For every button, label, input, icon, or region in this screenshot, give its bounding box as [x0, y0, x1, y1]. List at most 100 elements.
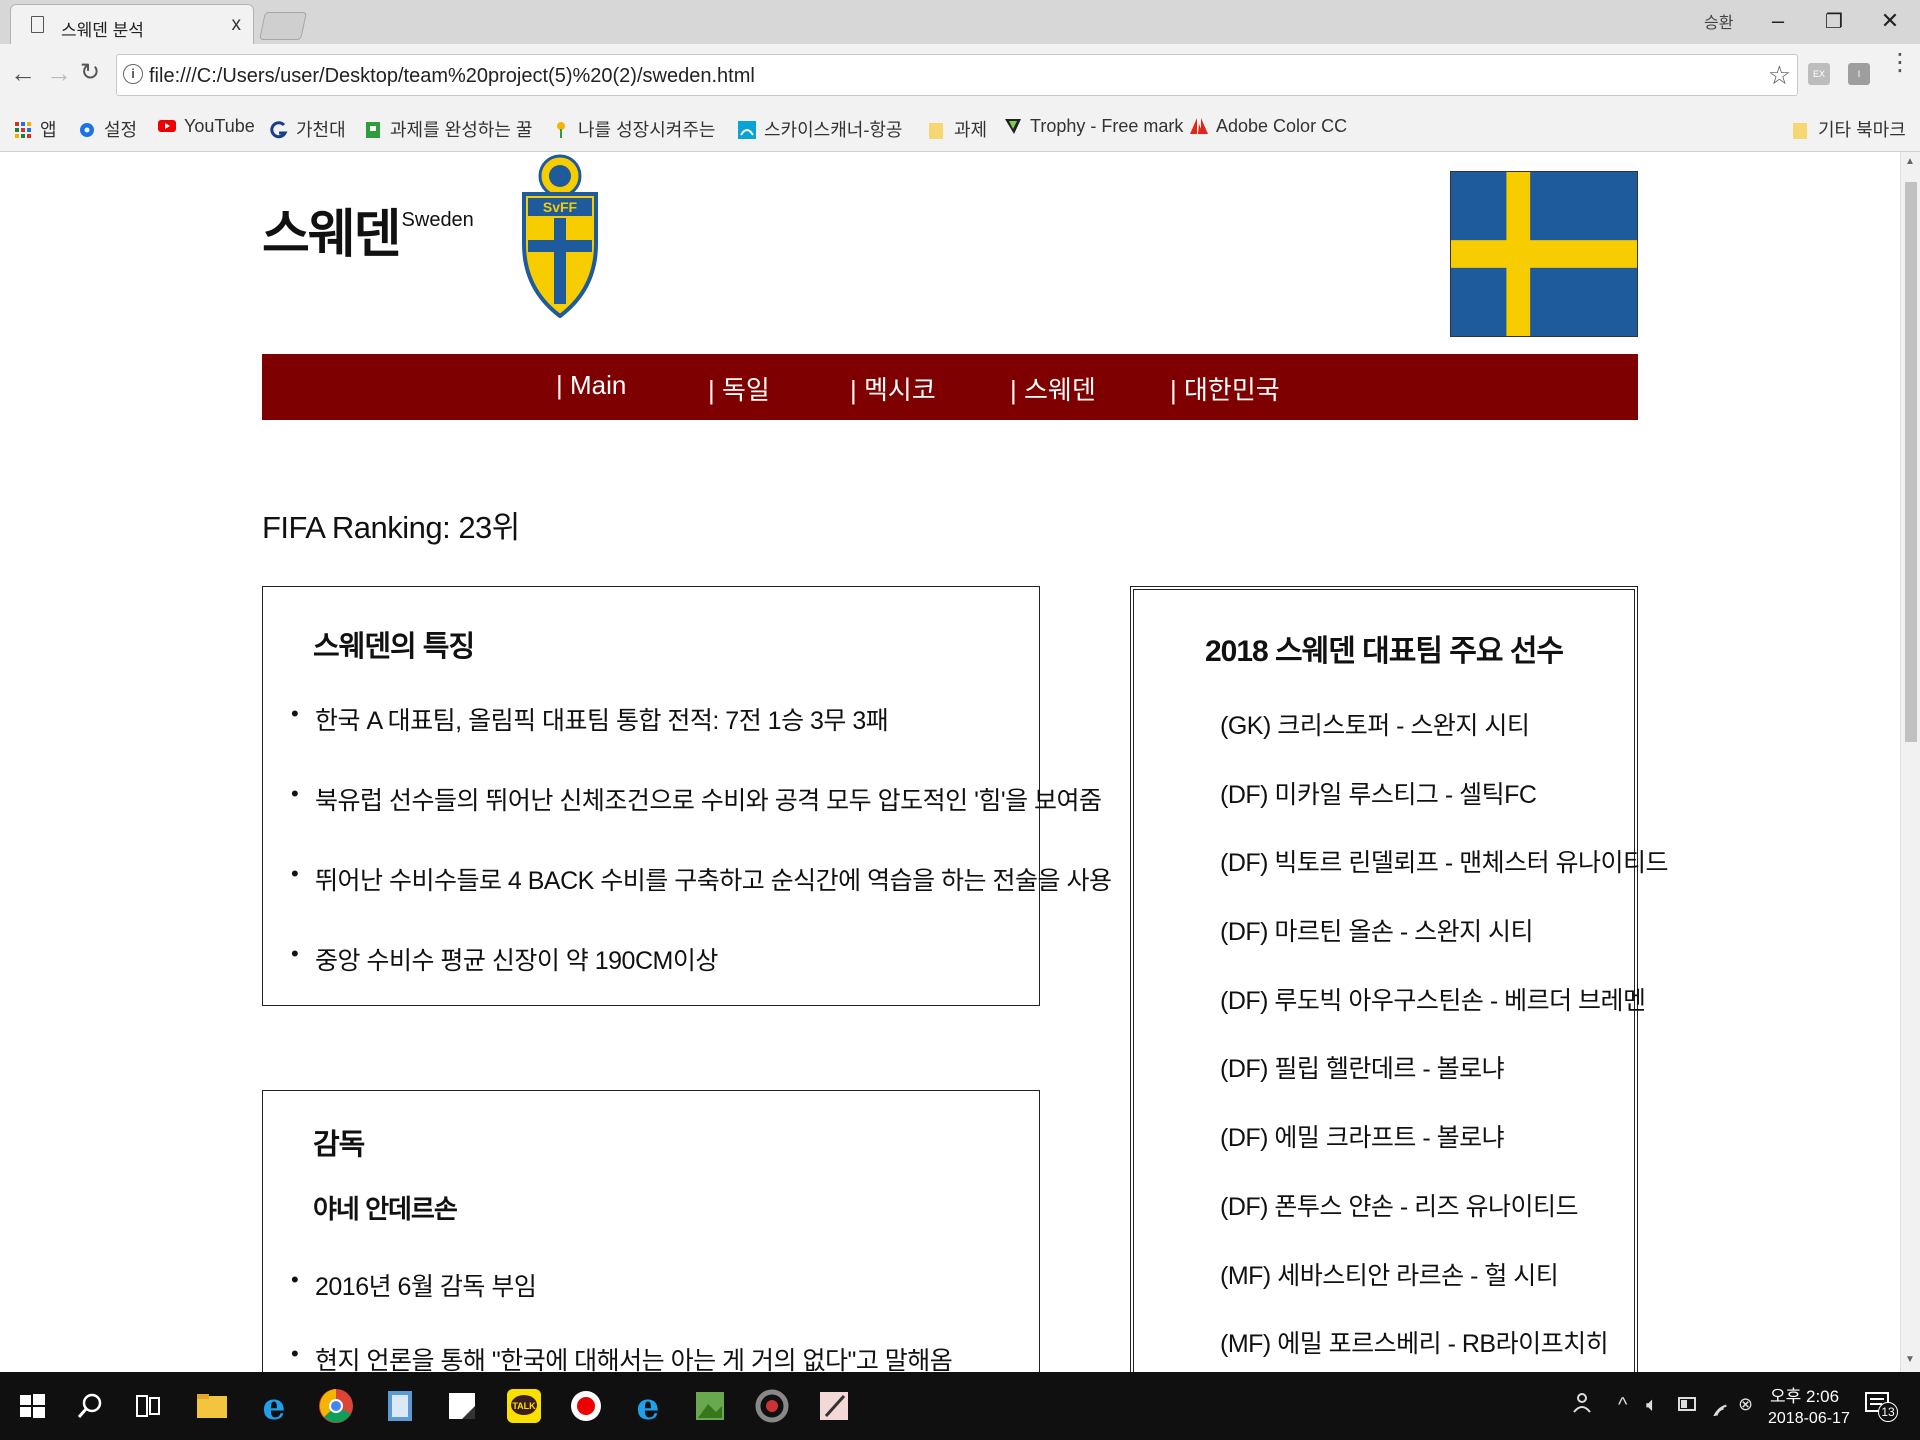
adobe-icon	[1190, 118, 1208, 134]
scroll-up-icon[interactable]: ▲	[1905, 156, 1915, 167]
scroll-down-icon[interactable]: ▼	[1905, 1354, 1915, 1365]
features-list: 한국 A 대표팀, 올림픽 대표팀 통합 전적: 7전 1승 3무 3패 북유럽…	[263, 701, 1112, 1021]
chevron-up-icon[interactable]: ^	[1618, 1394, 1627, 1417]
sprout-icon	[557, 122, 565, 138]
disconnected-icon[interactable]: ⊗	[1738, 1394, 1753, 1415]
nav-link-germany[interactable]: | 독일	[708, 370, 770, 407]
nav-link-mexico[interactable]: | 멕시코	[850, 370, 936, 407]
sweden-flag-image	[1450, 171, 1638, 337]
bookmark-youtube[interactable]: YouTube	[158, 116, 255, 142]
address-bar[interactable]: i file:///C:/Users/user/Desktop/team%20p…	[116, 54, 1798, 96]
info-icon[interactable]: i	[123, 64, 143, 84]
clock-date[interactable]: 2018-06-17	[1768, 1410, 1850, 1428]
browser-menu-icon[interactable]: ⋮	[1888, 51, 1912, 75]
youtube-icon	[158, 120, 176, 132]
nav-link-korea[interactable]: | 대한민국	[1170, 370, 1280, 407]
kakao-label: TALK	[512, 1401, 536, 1411]
bookmark-star-icon[interactable]: ☆	[1768, 60, 1791, 91]
scrollbar-thumb[interactable]	[1905, 182, 1917, 742]
nav-link-main[interactable]: | Main	[556, 370, 626, 401]
gachon-logo-icon	[270, 121, 288, 139]
browser-tab[interactable]: 스웨덴 분석 x	[10, 4, 254, 44]
wifi-icon[interactable]	[1708, 1392, 1732, 1416]
gear-icon	[80, 123, 94, 137]
crest-text: SvFF	[543, 199, 578, 215]
bookmark-growth[interactable]: 나를 성장시켜주는	[552, 116, 715, 142]
bookmark-label: 스카이스캐너-항공	[764, 120, 903, 140]
sticky-notes-icon[interactable]	[442, 1386, 482, 1426]
windows-start-icon[interactable]	[12, 1386, 52, 1426]
bookmark-trophy[interactable]: Trophy - Free mark	[1004, 116, 1183, 142]
player-item: (MF) 세바스티안 라르손 - 헐 시티	[1220, 1261, 1559, 1290]
bookmark-label: 나를 성장시켜주는	[578, 120, 716, 140]
task-view-icon[interactable]	[128, 1386, 168, 1426]
bookmark-skyscanner[interactable]: 스카이스캐너-항공	[738, 116, 902, 142]
list-item: 2016년 6월 감독 부임	[263, 1267, 952, 1341]
player-item: (DF) 필립 헬란데르 - 볼로냐	[1220, 1055, 1505, 1084]
player-item: (DF) 루도빅 아우구스틴손 - 베르더 브레멘	[1220, 986, 1646, 1015]
reload-icon[interactable]: ↻	[80, 58, 100, 87]
forward-arrow-icon[interactable]: →	[46, 58, 72, 89]
url-text[interactable]: file:///C:/Users/user/Desktop/team%20pro…	[149, 65, 755, 88]
list-item: 중앙 수비수 평균 신장이 약 190CM이상	[263, 941, 1111, 1021]
bookmark-label: 앱	[40, 120, 57, 140]
minimize-icon[interactable]: –	[1756, 8, 1800, 34]
bookmark-label: 과제를 완성하는 꿀	[390, 120, 533, 140]
drawing-app-icon[interactable]	[814, 1386, 854, 1426]
folder-icon	[1793, 123, 1807, 139]
close-window-icon[interactable]: ✕	[1868, 8, 1912, 34]
notepad-app-icon[interactable]	[380, 1386, 420, 1426]
back-arrow-icon[interactable]: ←	[10, 58, 36, 89]
windows-taskbar: e TALK e ^ 🔈︎ ⊗ 오후 2:06 2018-06-17 13	[0, 1372, 1920, 1440]
bookmark-label: 기타 북마크	[1818, 120, 1906, 140]
svg-text:e: e	[263, 1386, 286, 1426]
page-viewport: 스웨덴 Sweden SvFF | Main | 독일 | 멕시코 | 스웨덴 |…	[0, 152, 1900, 1372]
file-explorer-icon[interactable]	[192, 1386, 232, 1426]
volume-icon[interactable]: 🔈︎	[1646, 1394, 1658, 1417]
bookmark-settings[interactable]: 설정	[78, 116, 137, 142]
clock-time[interactable]: 오후 2:06	[1770, 1382, 1839, 1407]
folder-icon	[929, 123, 943, 139]
list-item: 현지 언론을 통해 "한국에 대해서는 아는 게 거의 없다"고 말해옴	[263, 1341, 953, 1372]
vertical-scrollbar[interactable]: ▲ ▼	[1900, 152, 1920, 1372]
player-item: (DF) 미카일 루스티그 - 셀틱FC	[1220, 780, 1537, 809]
extension-icon[interactable]: I	[1848, 63, 1870, 85]
player-item: (DF) 폰투스 얀손 - 리즈 유나이티드	[1220, 1192, 1579, 1221]
tab-close-button[interactable]: x	[232, 14, 242, 36]
image-viewer-icon[interactable]	[690, 1386, 730, 1426]
green-bookmark-icon	[366, 122, 380, 138]
tab-strip: 스웨덴 분석 x 승환 – ❐ ✕	[0, 0, 1920, 44]
internet-explorer-icon-2[interactable]: e	[628, 1386, 668, 1426]
coach-list: 2016년 6월 감독 부임 현지 언론을 통해 "한국에 대해서는 아는 게 …	[263, 1267, 953, 1372]
screen-recorder-icon[interactable]	[566, 1386, 606, 1426]
chrome-icon[interactable]	[316, 1386, 356, 1426]
photoscape-icon[interactable]	[752, 1386, 792, 1426]
coach-heading: 감독	[313, 1129, 365, 1161]
action-center-icon[interactable]: 13	[1864, 1390, 1898, 1422]
bookmark-gachon[interactable]: 가천대	[270, 116, 346, 142]
player-item: (GK) 크리스토퍼 - 스완지 시티	[1220, 712, 1530, 740]
restore-icon[interactable]: ❐	[1812, 9, 1856, 34]
list-item: 한국 A 대표팀, 올림픽 대표팀 통합 전적: 7전 1승 3무 3패	[263, 701, 1111, 781]
bookmark-folder-assignments[interactable]: 과제	[928, 116, 987, 142]
bookmark-label: YouTube	[184, 116, 255, 136]
search-icon[interactable]	[70, 1386, 110, 1426]
people-icon[interactable]	[1572, 1390, 1596, 1414]
battery-icon[interactable]	[1678, 1396, 1698, 1412]
other-bookmarks[interactable]: 기타 북마크	[1792, 116, 1906, 142]
kakaotalk-icon[interactable]: TALK	[504, 1386, 544, 1426]
extension-ex-icon[interactable]: EX	[1808, 63, 1830, 85]
list-item: 뛰어난 수비수들로 4 BACK 수비를 구축하고 순식간에 역습을 하는 전술…	[263, 861, 1112, 941]
features-heading: 스웨덴의 특징	[313, 631, 475, 663]
new-tab-button[interactable]	[259, 12, 307, 40]
bookmark-assignment-tips[interactable]: 과제를 완성하는 꿀	[364, 116, 532, 142]
bookmark-apps[interactable]: 앱	[14, 116, 57, 142]
nav-link-sweden[interactable]: | 스웨덴	[1010, 370, 1096, 407]
profile-name[interactable]: 승환	[1704, 9, 1733, 33]
coach-section: 감독 야네 안데르손 2016년 6월 감독 부임 현지 언론을 통해 "한국에…	[262, 1090, 1040, 1372]
internet-explorer-icon[interactable]: e	[254, 1386, 294, 1426]
bookmark-adobe-color[interactable]: Adobe Color CC	[1190, 116, 1347, 142]
page-title: 스웨덴 Sweden	[262, 192, 474, 267]
notification-count-badge: 13	[1878, 1402, 1898, 1422]
svg-text:e: e	[637, 1386, 660, 1426]
